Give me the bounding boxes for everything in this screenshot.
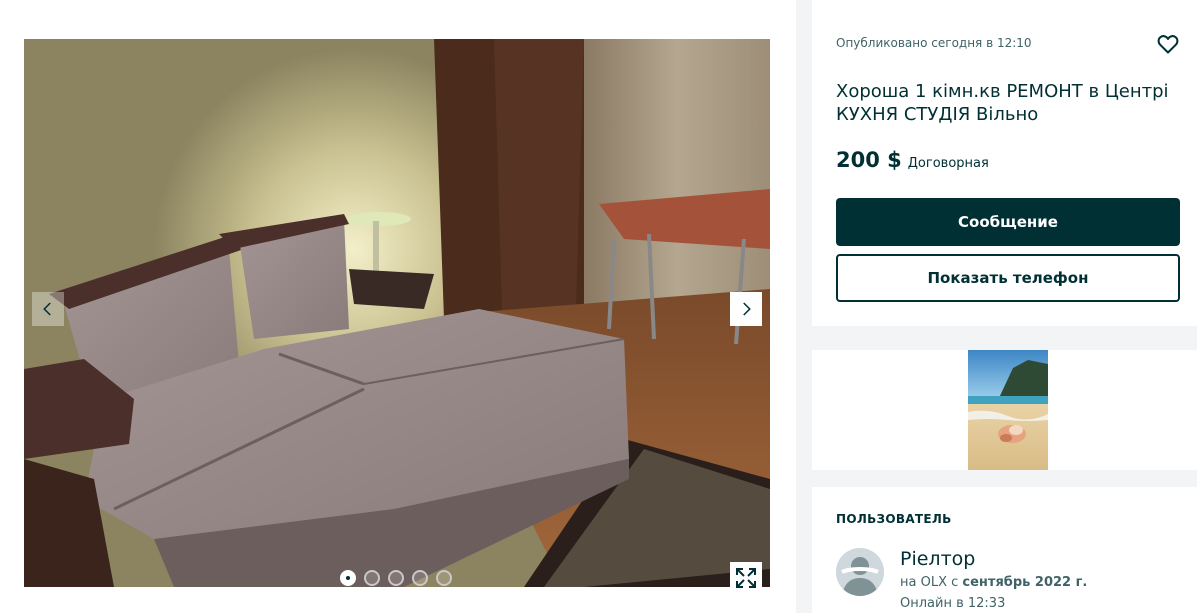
gallery-dot[interactable] <box>388 570 404 586</box>
gallery-prev-button[interactable] <box>32 292 64 326</box>
user-last-online: Онлайн в 12:33 <box>900 596 1006 611</box>
user-name[interactable]: Ріелтор <box>900 548 975 570</box>
gallery-dot[interactable] <box>364 570 380 586</box>
chevron-left-icon <box>43 302 51 316</box>
member-since-date: сентябрь 2022 г. <box>962 575 1088 590</box>
gallery-dot[interactable] <box>436 570 452 586</box>
avatar[interactable] <box>836 548 884 596</box>
ad-banner-image[interactable] <box>968 350 1048 470</box>
gallery-dot[interactable] <box>412 570 428 586</box>
ad-card <box>812 350 1197 470</box>
listing-price: 200 $ <box>836 148 902 172</box>
price-note: Договорная <box>907 156 989 171</box>
price-row: 200 $ Договорная <box>836 148 989 172</box>
user-section-heading: ПОЛЬЗОВАТЕЛЬ <box>836 512 952 526</box>
user-member-since: на OLX с сентябрь 2022 г. <box>900 575 1087 590</box>
listing-card: Опубликовано сегодня в 12:10 Хороша 1 кі… <box>812 0 1197 326</box>
member-since-prefix: на OLX с <box>900 575 963 590</box>
show-phone-button[interactable]: Показать телефон <box>836 254 1180 302</box>
gallery-pagination <box>340 570 452 586</box>
gallery-panel <box>0 0 796 613</box>
chevron-right-icon <box>743 302 751 316</box>
gallery-fullscreen-button[interactable] <box>730 562 762 594</box>
published-date: Опубликовано сегодня в 12:10 <box>836 36 1032 50</box>
favorite-button[interactable] <box>1156 32 1180 56</box>
listing-title: Хороша 1 кімн.кв РЕМОНТ в Центрі КУХНЯ С… <box>836 81 1169 125</box>
message-button[interactable]: Сообщение <box>836 198 1180 246</box>
gallery-dot[interactable] <box>340 570 356 586</box>
gallery-next-button[interactable] <box>730 292 762 326</box>
expand-icon <box>736 568 756 588</box>
heart-icon <box>1157 35 1179 54</box>
user-card: ПОЛЬЗОВАТЕЛЬ Ріелтор на OLX с сентябрь 2… <box>812 487 1197 613</box>
listing-photo[interactable] <box>24 39 770 587</box>
